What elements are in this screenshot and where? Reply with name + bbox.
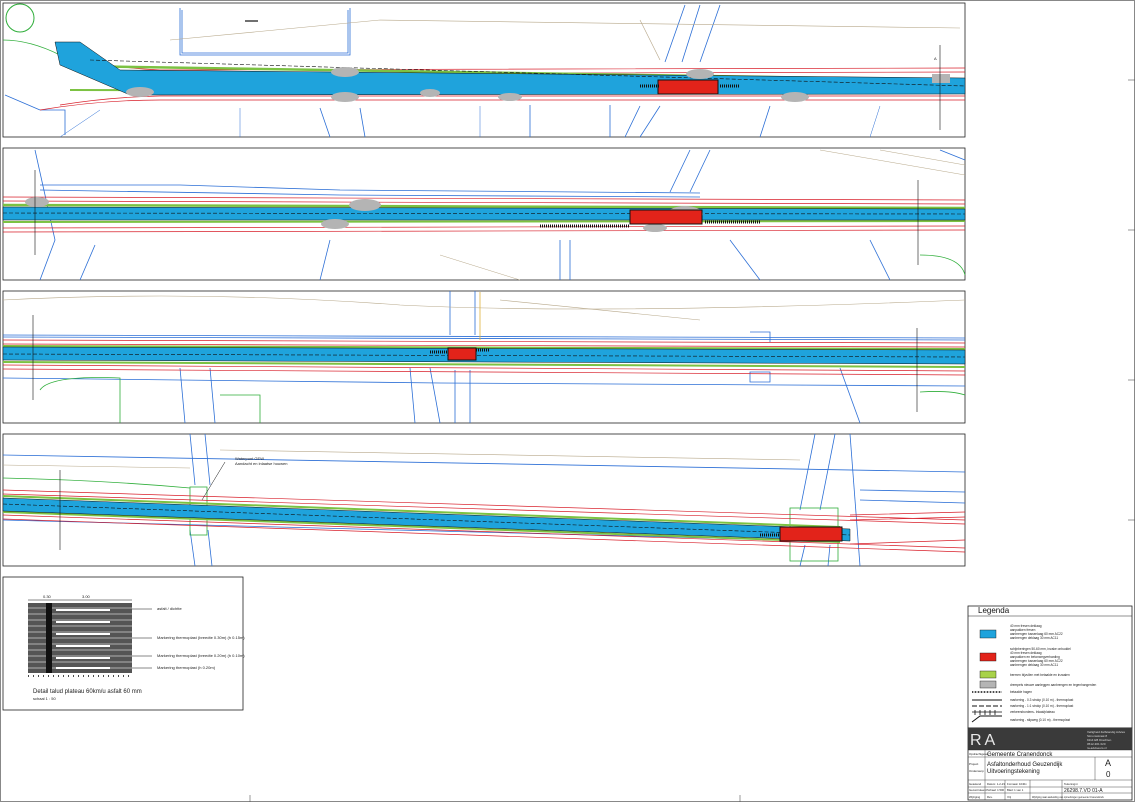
legend-swatch-green <box>979 670 997 679</box>
detail-note-4: Markering thermoplast (h 0.20m) <box>157 665 216 670</box>
annotation-line-2: Aandacht en inlaatse houwen <box>235 461 287 466</box>
tb-r2-c2: Schaal: 1:500 <box>987 788 1005 792</box>
tb-r1-c4: Tekeningnr. <box>1064 782 1079 786</box>
road-strip-1: A <box>2 2 966 138</box>
road-strip-2 <box>2 147 966 281</box>
detail-note-3: Markering thermoplast (breedte 0.20m) (h… <box>157 653 245 658</box>
legend-swatch-blue <box>979 629 997 639</box>
legend-title: Legenda <box>978 606 1010 615</box>
legend-line-2: markering - 0.3 strokp (0.10 m) - thermo… <box>1010 698 1073 702</box>
tb-r3-c3: Vrij <box>1007 795 1011 799</box>
legend-line-3: markering - 1:1 strokp (0.10 m) - thermo… <box>1010 704 1073 708</box>
tb-r1-c2: Datum: 1-2-23 <box>987 782 1005 786</box>
drawing-number: 26298.7.VO 01-A <box>1064 788 1103 794</box>
legend-item-2-l5: aanbrengen deklaag 30 mm AC11 <box>1010 663 1058 667</box>
project: Asfaltonderhoud Geuzendijk <box>987 762 1063 768</box>
detail-title: Detail talud plateau 60km/u asfalt 60 mm <box>33 689 142 695</box>
legend-item-3: bermen bijvullen met betaalde en inzaaie… <box>1010 673 1070 677</box>
legend-line-1: betaalde hagen <box>1010 690 1032 694</box>
road-strip-3 <box>2 290 966 424</box>
tb-r1-c1: Getekend <box>969 782 982 786</box>
legend-line-5: markering - stipweg (0.10 m) - thermopla… <box>1010 718 1070 722</box>
legend-swatch-grey <box>979 680 997 689</box>
subject: Uitvoeringstekening <box>987 769 1040 775</box>
format-letter: A <box>1105 758 1111 768</box>
logo: RA <box>970 732 998 749</box>
client-label: Opdrachtgever <box>969 752 989 756</box>
title-block: RA Veiligheid Zelfstandig Advies Simonss… <box>967 727 1133 801</box>
svg-text:A: A <box>934 56 937 61</box>
road-strip-4: Waterpunt GEW Aandacht en inlaatse houwe… <box>2 433 966 567</box>
project-label: Project <box>969 762 979 766</box>
client: Gemeente Cranendonck <box>987 752 1053 758</box>
address-5: ra-adviseurs.nl <box>1087 746 1107 750</box>
tb-r2-c1: Gecontroleerd <box>969 788 987 792</box>
tb-r3-c4: Wijziging naar aanleiding van opmerkinge… <box>1032 796 1105 799</box>
legend: Legenda 40 mm fresen deklaag aanpakken f… <box>967 605 1133 729</box>
legend-item-4: drempels nieuwe aanleggen aanbrengen en … <box>1010 683 1097 687</box>
subject-label: Onderwerp <box>969 769 984 773</box>
detail-scale: schaal 1 : 50 <box>33 696 56 701</box>
detail-dim-left: 0.30 <box>43 594 52 599</box>
tb-r2-c3: Blad: 1 van 1 <box>1007 788 1024 792</box>
detail-note-1: asfalt / dichtte <box>157 606 182 611</box>
tb-r3-c2: Rev. <box>987 795 993 799</box>
detail-box: 0.30 3.00 asfalt / dichtte Markering the… <box>2 576 245 711</box>
detail-dim-top: 3.00 <box>82 594 91 599</box>
tb-r1-c3: Formaat: 1040x <box>1007 782 1027 786</box>
format-number: 0 <box>1106 770 1111 779</box>
legend-swatch-red <box>979 652 997 662</box>
legend-line-4: verkeersbordens- Inlaat/plateau <box>1010 710 1055 714</box>
legend-item-1-l4: aanbrengen deklaag 30 mm AC11 <box>1010 636 1058 640</box>
drawing-sheet: A Waterpunt GEW Aandacht en inlaatse hou… <box>0 0 1135 802</box>
detail-note-2: Markering thermoplast (breedte 0.30m) (h… <box>157 635 245 640</box>
tb-r3-c1: Wijziging <box>969 795 981 799</box>
